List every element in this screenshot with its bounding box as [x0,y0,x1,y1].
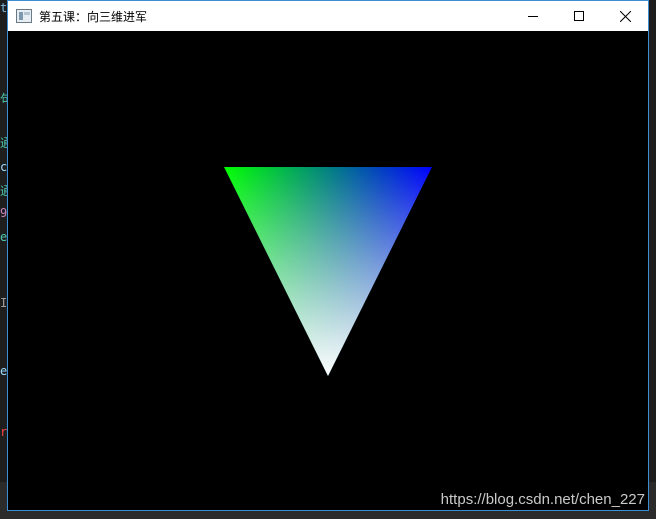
triangle-white-blend [224,167,432,376]
title-bar[interactable]: 第五课：向三维进军 [8,1,648,31]
triangle-render [224,167,432,376]
app-window-icon[interactable] [16,9,32,23]
opengl-canvas[interactable]: https://blog.csdn.net/chen_227 [8,31,648,510]
maximize-icon [574,11,584,21]
minimize-icon [528,11,538,21]
window-controls [510,1,648,31]
app-window: 第五课：向三维进军 https://blog.csdn.net/chen_227 [7,0,649,511]
window-title: 第五课：向三维进军 [39,9,148,24]
close-icon [619,10,631,22]
maximize-button[interactable] [556,1,602,31]
minimize-button[interactable] [510,1,556,31]
close-button[interactable] [602,1,648,31]
watermark-text: https://blog.csdn.net/chen_227 [440,491,645,508]
